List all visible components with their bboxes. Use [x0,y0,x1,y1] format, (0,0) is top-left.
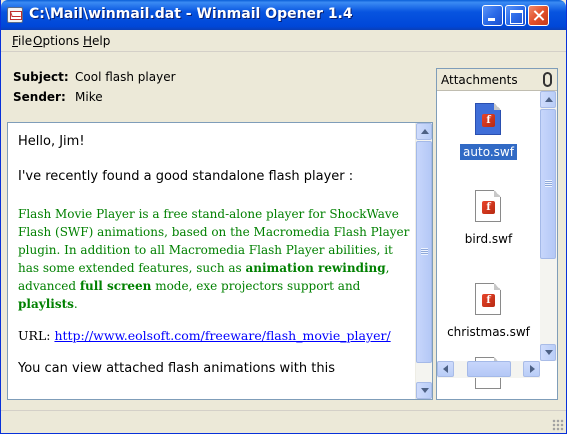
attachments-scroll-down-button[interactable] [540,344,556,361]
attachment-item[interactable]: f auto.swf [437,99,540,179]
attachments-hscrollbar[interactable] [437,361,540,378]
description-bold-1: animation rewinding [245,261,386,275]
attachment-label: bird.swf [437,232,540,246]
attachment-label: auto.swf [437,144,540,160]
resize-grip-icon[interactable] [552,419,564,431]
menu-file-label: ile [18,34,33,48]
attachments-header: Attachments [437,69,557,91]
message-scrollbar[interactable] [415,123,432,399]
subject-label: Subject: [13,70,69,84]
attachments-vscrollbar[interactable] [540,91,557,361]
menu-bar: File Options Help [1,30,566,52]
scroll-up-button[interactable] [416,123,432,140]
sender-row: Sender: Mike [13,90,103,104]
subject-row: Subject: Cool flash player [13,70,176,84]
subject-value: Cool flash player [75,70,176,84]
description-text-3: mode, exe projectors support and [151,279,361,293]
attachments-pane: Attachments f auto.swf f bird.swf f chri… [436,68,558,400]
attachments-list: f auto.swf f bird.swf f christmas.swf [437,91,540,389]
menu-file[interactable]: File [12,34,32,48]
attachments-scroll-up-button[interactable] [540,91,556,108]
swf-file-icon: f [475,283,501,315]
attachments-title: Attachments [441,73,518,87]
scroll-down-button[interactable] [416,382,432,399]
attachment-item-partial[interactable] [437,353,540,389]
sender-value: Mike [75,90,103,104]
status-bar [1,410,566,433]
swf-file-icon: f [475,190,501,222]
swf-file-icon: f [475,103,501,135]
attachment-label: christmas.swf [437,325,540,339]
sender-label: Sender: [13,90,66,104]
attachments-scroll-left-button[interactable] [437,361,454,377]
menu-options-label: ptions [42,34,80,48]
attachment-name: christmas.swf [447,325,530,339]
menu-help-accel: H [83,34,93,48]
attachments-hscroll-thumb[interactable] [467,361,511,377]
app-window: C:\Mail\winmail.dat - Winmail Opener 1.4… [0,0,567,434]
description-bold-3: playlists [18,297,74,311]
description-text-4: . [73,297,78,311]
url-line: URL: http://www.eolsoft.com/freeware/fla… [18,327,412,345]
title-bar[interactable]: C:\Mail\winmail.dat - Winmail Opener 1.4 [1,0,566,30]
url-label: URL: [18,328,55,343]
attachment-name: auto.swf [460,144,517,160]
scroll-thumb[interactable] [416,141,432,363]
message-content: Hello, Jim! I've recently found a good s… [18,131,412,376]
attachment-item[interactable]: f christmas.swf [437,279,540,359]
message-body[interactable]: Hello, Jim! I've recently found a good s… [7,122,433,400]
close-button[interactable] [528,5,549,26]
menu-options[interactable]: Options [33,34,79,48]
description-paragraph: Flash Movie Player is a free stand-alone… [18,205,412,313]
intro-text: I've recently found a good standalone fl… [18,169,354,184]
mail-icon [7,7,23,23]
greeting-text: Hello, Jim! [18,134,85,149]
attachment-name: bird.swf [464,232,513,246]
attachment-item[interactable]: f bird.swf [437,184,540,264]
menu-help-label: elp [92,34,111,48]
attachments-scroll-right-button[interactable] [523,361,540,377]
paperclip-icon [543,72,552,87]
description-bold-2: full screen [79,279,152,293]
window-title: C:\Mail\winmail.dat - Winmail Opener 1.4 [29,6,353,22]
minimize-button[interactable] [482,5,503,26]
url-link[interactable]: http://www.eolsoft.com/freeware/flash_mo… [54,328,390,343]
maximize-button[interactable] [505,5,526,26]
message-header: Subject: Cool flash player Sender: Mike [7,68,429,118]
menu-help[interactable]: Help [83,34,110,48]
attachments-scroll-thumb[interactable] [540,109,556,259]
closing-text: You can view attached flash animations w… [18,361,335,376]
